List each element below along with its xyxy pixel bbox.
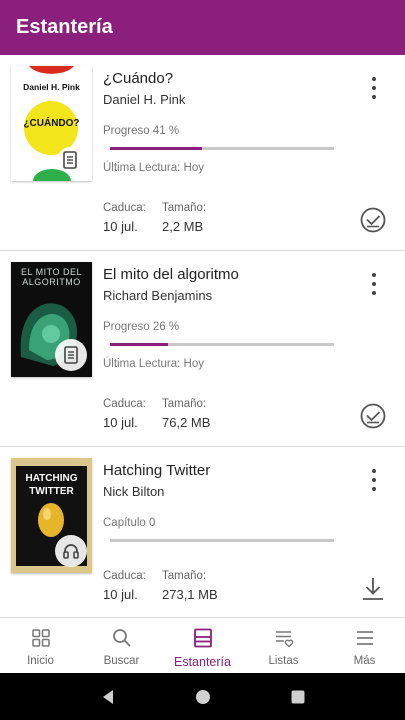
tab-listas[interactable]: Listas [243,618,324,673]
hamburger-icon [356,631,373,645]
tab-label: Inicio [27,655,54,667]
progress-label: Progreso 41 % [103,125,180,137]
download-icon[interactable] [359,575,387,603]
book-card[interactable]: EL MITO DEL ALGORITMO El mito del algori… [0,251,405,447]
progress-bar [110,343,334,346]
progress-fill [110,343,169,346]
tab-mas[interactable]: Más [324,618,405,673]
grid-icon [31,629,50,647]
tab-label: Listas [268,655,299,667]
expires-value: 10 jul. [103,219,138,234]
size-label: Tamaño: [162,202,207,214]
ebook-icon [63,151,77,169]
book-cover[interactable]: EL MITO DEL ALGORITMO [11,262,92,377]
cover-author-text: Daniel H. Pink [23,82,80,92]
size-value: 2,2 MB [162,219,204,234]
tab-inicio[interactable]: Inicio [0,618,81,673]
audio-badge [55,535,87,567]
progress-fill [110,147,202,150]
progress-label: Progreso 26 % [103,321,180,333]
chapter-label: Capítulo 0 [103,517,156,529]
home-icon[interactable] [194,688,212,706]
book-title[interactable]: ¿Cuándo? [103,70,173,87]
expires-label: Caduca: [103,202,146,214]
app: Estantería Daniel H. Pink ¿CUÁNDO? ¿Cuán… [0,0,405,720]
ebook-icon [64,346,78,364]
cover-title-text: ¿CUÁNDO? [23,118,80,129]
expires-label: Caduca: [103,398,146,410]
back-icon[interactable] [99,688,117,706]
more-options-icon[interactable] [365,271,383,297]
book-cover[interactable]: Daniel H. Pink ¿CUÁNDO? [11,66,92,181]
book-title[interactable]: Hatching Twitter [103,462,210,479]
size-label: Tamaño: [162,570,207,582]
book-card[interactable]: Daniel H. Pink ¿CUÁNDO? ¿Cuándo? Daniel … [0,55,405,251]
system-nav-bar [0,673,405,720]
more-options-icon[interactable] [365,467,383,493]
expires-value: 10 jul. [103,415,138,430]
cover-title-text: HATCHING TWITTER [25,473,78,497]
book-author: Richard Benjamins [103,288,213,303]
list-heart-icon [275,631,293,648]
last-read: Última Lectura: Hoy [103,358,204,370]
size-value: 76,2 MB [162,415,211,430]
ebook-badge [57,147,83,173]
book-author: Nick Bilton [103,484,165,499]
tab-estanteria[interactable]: Estantería [162,618,243,673]
page-title: Estantería [16,16,113,38]
recents-icon[interactable] [289,688,307,706]
expires-label: Caduca: [103,570,146,582]
tab-label: Estantería [174,655,231,669]
book-author: Daniel H. Pink [103,92,186,107]
book-card[interactable]: HATCHING TWITTER Hatching Twitter Nick B… [0,447,405,617]
check-circle-icon[interactable] [359,206,387,234]
check-circle-icon[interactable] [359,402,387,430]
book-list[interactable]: Daniel H. Pink ¿CUÁNDO? ¿Cuándo? Daniel … [0,55,405,617]
size-value: 273,1 MB [162,587,218,602]
book-cover[interactable]: HATCHING TWITTER [11,458,92,573]
expires-value: 10 jul. [103,587,138,602]
book-title[interactable]: El mito del algoritmo [103,266,239,283]
ebook-badge [55,339,87,371]
cover-title-text: EL MITO DEL ALGORITMO [20,267,83,287]
last-read: Última Lectura: Hoy [103,162,204,174]
shelf-icon [193,628,212,648]
search-icon [112,629,131,647]
more-options-icon[interactable] [365,75,383,101]
bottom-tab-bar: Inicio Buscar Estantería Listas Más [0,617,405,673]
app-header: Estantería [0,0,405,55]
progress-bar [110,539,334,542]
tab-label: Buscar [103,655,140,667]
size-label: Tamaño: [162,398,207,410]
tab-buscar[interactable]: Buscar [81,618,162,673]
progress-bar [110,147,334,150]
tab-label: Más [353,655,376,667]
headphones-icon [63,544,79,559]
